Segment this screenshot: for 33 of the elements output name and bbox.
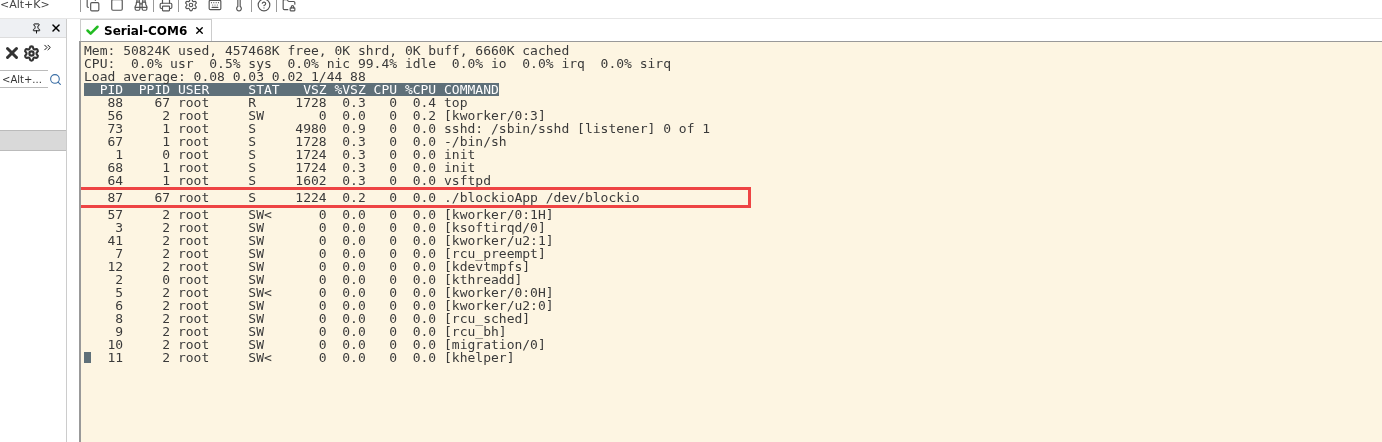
process-row-text: 9 2 root SW 0 0.0 0 0.0 [rcu_bh] bbox=[114, 325, 507, 338]
process-row-text: 5 2 root SW< 0 0.0 0 0.0 [kworker/0:0H] bbox=[114, 286, 554, 299]
process-row-text: 3 2 root SW 0 0.0 0 0.0 [ksoftirqd/0] bbox=[114, 221, 546, 234]
process-row-text: 56 2 root SW 0 0.0 0 0.2 [kworker/0:3] bbox=[106, 109, 546, 122]
terminal-line: Load average: 0.08 0.03 0.02 1/44 88 bbox=[84, 70, 366, 83]
shortcut-hint: <Alt+K> bbox=[0, 0, 51, 11]
process-row-text: 11 2 root SW< 0 0.0 0 0.0 [khelper] bbox=[106, 351, 515, 364]
process-row-text: 64 1 root S 1602 0.3 0 0.0 vsftpd bbox=[106, 174, 491, 187]
process-row-text: 12 2 root SW 0 0.0 0 0.0 [kdevtmpfs] bbox=[106, 260, 531, 273]
process-row-text: 7 2 root SW 0 0.0 0 0.0 [rcu_preempt] bbox=[114, 247, 546, 260]
settings-icon[interactable] bbox=[23, 44, 40, 62]
process-row-text: 68 1 root S 1724 0.3 0 0.0 init bbox=[106, 161, 476, 174]
process-row-text: 87 67 root S 1224 0.2 0 0.0 ./blockioApp /dev/blockio bbox=[106, 191, 640, 204]
process-row-text: 88 67 root R 1728 0.3 0 0.4 top bbox=[106, 96, 468, 109]
process-row-text: 41 2 root SW 0 0.0 0 0.0 [kworker/u2:1] bbox=[106, 234, 554, 247]
close-icon[interactable] bbox=[50, 22, 62, 34]
terminal-line: CPU: 0.0% usr 0.5% sys 0.0% nic 99.4% idle 0.0% io 0.0% irq 0.0% sirq bbox=[84, 57, 671, 70]
process-row-text: 2 0 root SW 0 0.0 0 0.0 [kthreadd] bbox=[114, 273, 523, 286]
process-row-text: 10 2 root SW 0 0.0 0 0.0 [migration/0] bbox=[106, 338, 546, 351]
close-icon[interactable] bbox=[194, 25, 205, 36]
search-icon[interactable] bbox=[49, 72, 62, 86]
process-row-text: 1 0 root S 1724 0.3 0 0.0 init bbox=[114, 148, 476, 161]
process-row-text: 57 2 root SW< 0 0.0 0 0.0 [kworker/0:1H] bbox=[106, 208, 554, 221]
process-row-text: 67 1 root S 1728 0.3 0 0.0 -/bin/sh bbox=[106, 135, 507, 148]
search-field[interactable]: <Alt+... bbox=[0, 70, 48, 88]
terminal-line: Mem: 50824K used, 457468K free, 0K shrd, 0K buff, 6660K cached bbox=[84, 44, 570, 57]
pin-icon[interactable] bbox=[31, 22, 42, 34]
close-icon[interactable] bbox=[3, 44, 21, 62]
process-row-text: 73 1 root S 4980 0.9 0 0.0 sshd: /sbin/sshd [listener] 0 of 1 bbox=[106, 122, 711, 135]
process-row-text: 8 2 root SW 0 0.0 0 0.0 [rcu_sched] bbox=[114, 312, 531, 325]
column-header: PID PPID USER STAT VSZ %VSZ CPU %CPU COMMAND bbox=[84, 83, 499, 96]
process-row-text: 6 2 root SW 0 0.0 0 0.0 [kworker/u2:0] bbox=[114, 299, 554, 312]
session-tab[interactable]: Serial-COM6 bbox=[80, 19, 212, 41]
